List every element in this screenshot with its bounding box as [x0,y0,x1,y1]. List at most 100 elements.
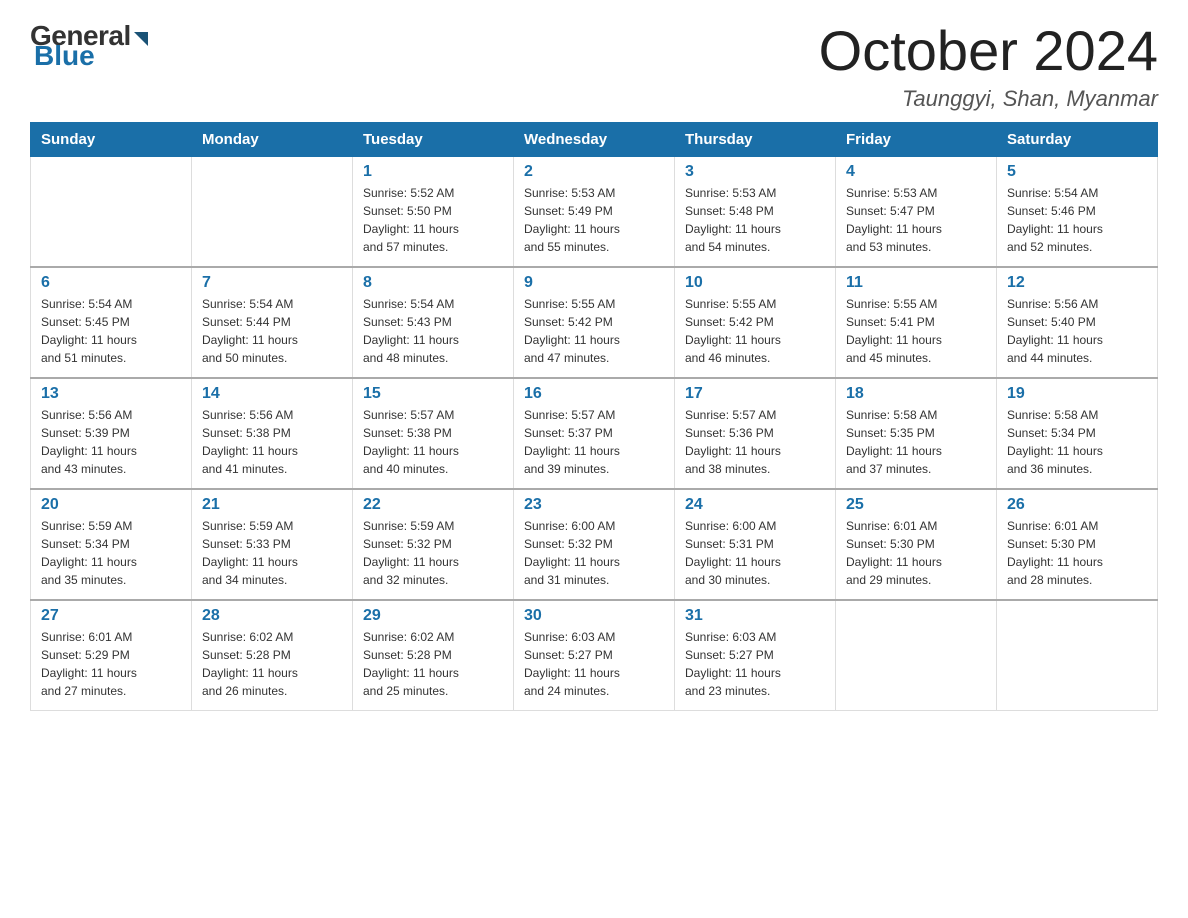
day-info: Sunrise: 5:57 AM Sunset: 5:37 PM Dayligh… [524,406,664,478]
day-number: 25 [846,496,986,514]
day-number: 2 [524,163,664,181]
day-number: 7 [202,274,342,292]
day-info: Sunrise: 5:52 AM Sunset: 5:50 PM Dayligh… [363,184,503,256]
day-number: 1 [363,163,503,181]
calendar-day-cell: 26Sunrise: 6:01 AM Sunset: 5:30 PM Dayli… [997,489,1158,600]
calendar-table: SundayMondayTuesdayWednesdayThursdayFrid… [30,122,1158,711]
day-info: Sunrise: 5:56 AM Sunset: 5:40 PM Dayligh… [1007,295,1147,367]
day-info: Sunrise: 6:01 AM Sunset: 5:30 PM Dayligh… [1007,517,1147,589]
day-info: Sunrise: 5:58 AM Sunset: 5:34 PM Dayligh… [1007,406,1147,478]
calendar-day-cell: 29Sunrise: 6:02 AM Sunset: 5:28 PM Dayli… [353,600,514,711]
day-info: Sunrise: 5:57 AM Sunset: 5:36 PM Dayligh… [685,406,825,478]
day-number: 6 [41,274,181,292]
day-info: Sunrise: 5:55 AM Sunset: 5:42 PM Dayligh… [524,295,664,367]
day-number: 3 [685,163,825,181]
calendar-day-cell: 30 Sunrise: 6:03 AM Sunset: 5:27 PM Dayli… [514,600,675,711]
day-info: Sunrise: 5:58 AM Sunset: 5:35 PM Dayligh… [846,406,986,478]
calendar-day-cell [997,600,1158,711]
title-block: October 2024 Taunggyi, Shan, Myanmar [819,20,1158,112]
day-info: Sunrise: 5:54 AM Sunset: 5:43 PM Dayligh… [363,295,503,367]
day-number: 11 [846,274,986,292]
calendar-day-cell: 18Sunrise: 5:58 AM Sunset: 5:35 PM Dayli… [836,378,997,489]
day-number: 19 [1007,385,1147,403]
day-info: Sunrise: 6:00 AM Sunset: 5:32 PM Dayligh… [524,517,664,589]
day-info: Sunrise: 6:02 AM Sunset: 5:28 PM Dayligh… [363,628,503,700]
day-number: 27 [41,607,181,625]
day-number: 10 [685,274,825,292]
calendar-day-cell: 1 Sunrise: 5:52 AM Sunset: 5:50 PM Daylig… [353,156,514,267]
calendar-day-cell: 24 Sunrise: 6:00 AM Sunset: 5:31 PM Dayli… [675,489,836,600]
calendar-day-cell: 10 Sunrise: 5:55 AM Sunset: 5:42 PM Dayli… [675,267,836,378]
day-info: Sunrise: 5:55 AM Sunset: 5:41 PM Dayligh… [846,295,986,367]
calendar-day-cell: 4Sunrise: 5:53 AM Sunset: 5:47 PM Daylig… [836,156,997,267]
day-of-week-header: Monday [192,122,353,156]
day-of-week-header: Thursday [675,122,836,156]
day-of-week-header: Sunday [31,122,192,156]
calendar-day-cell: 28Sunrise: 6:02 AM Sunset: 5:28 PM Dayli… [192,600,353,711]
day-info: Sunrise: 5:59 AM Sunset: 5:33 PM Dayligh… [202,517,342,589]
day-number: 28 [202,607,342,625]
day-info: Sunrise: 6:03 AM Sunset: 5:27 PM Dayligh… [524,628,664,700]
day-info: Sunrise: 5:55 AM Sunset: 5:42 PM Dayligh… [685,295,825,367]
calendar-day-cell: 19 Sunrise: 5:58 AM Sunset: 5:34 PM Dayli… [997,378,1158,489]
calendar-week-row: 6 Sunrise: 5:54 AM Sunset: 5:45 PM Daylig… [31,267,1158,378]
page-header: General Blue October 2024 Taunggyi, Shan… [30,20,1158,112]
calendar-day-cell [836,600,997,711]
day-info: Sunrise: 5:53 AM Sunset: 5:47 PM Dayligh… [846,184,986,256]
calendar-day-cell: 14 Sunrise: 5:56 AM Sunset: 5:38 PM Dayli… [192,378,353,489]
calendar-day-cell [31,156,192,267]
day-number: 22 [363,496,503,514]
day-info: Sunrise: 5:54 AM Sunset: 5:46 PM Dayligh… [1007,184,1147,256]
day-info: Sunrise: 5:57 AM Sunset: 5:38 PM Dayligh… [363,406,503,478]
calendar-week-row: 20 Sunrise: 5:59 AM Sunset: 5:34 PM Dayli… [31,489,1158,600]
logo: General Blue [30,20,148,72]
day-info: Sunrise: 6:03 AM Sunset: 5:27 PM Dayligh… [685,628,825,700]
calendar-day-cell: 12 Sunrise: 5:56 AM Sunset: 5:40 PM Dayli… [997,267,1158,378]
calendar-day-cell: 23 Sunrise: 6:00 AM Sunset: 5:32 PM Dayli… [514,489,675,600]
day-info: Sunrise: 6:01 AM Sunset: 5:29 PM Dayligh… [41,628,181,700]
calendar-day-cell: 31Sunrise: 6:03 AM Sunset: 5:27 PM Dayli… [675,600,836,711]
calendar-day-cell: 11 Sunrise: 5:55 AM Sunset: 5:41 PM Dayli… [836,267,997,378]
day-number: 8 [363,274,503,292]
calendar-day-cell: 20 Sunrise: 5:59 AM Sunset: 5:34 PM Dayli… [31,489,192,600]
calendar-day-cell: 27 Sunrise: 6:01 AM Sunset: 5:29 PM Dayli… [31,600,192,711]
day-info: Sunrise: 5:56 AM Sunset: 5:39 PM Dayligh… [41,406,181,478]
calendar-day-cell: 8 Sunrise: 5:54 AM Sunset: 5:43 PM Daylig… [353,267,514,378]
day-number: 12 [1007,274,1147,292]
day-number: 24 [685,496,825,514]
calendar-day-cell: 15 Sunrise: 5:57 AM Sunset: 5:38 PM Dayli… [353,378,514,489]
day-of-week-header: Saturday [997,122,1158,156]
calendar-day-cell: 6 Sunrise: 5:54 AM Sunset: 5:45 PM Daylig… [31,267,192,378]
calendar-week-row: 1 Sunrise: 5:52 AM Sunset: 5:50 PM Daylig… [31,156,1158,267]
day-number: 20 [41,496,181,514]
day-of-week-header: Wednesday [514,122,675,156]
day-number: 23 [524,496,664,514]
day-number: 16 [524,385,664,403]
day-number: 21 [202,496,342,514]
calendar-header-row: SundayMondayTuesdayWednesdayThursdayFrid… [31,122,1158,156]
day-of-week-header: Friday [836,122,997,156]
day-info: Sunrise: 6:00 AM Sunset: 5:31 PM Dayligh… [685,517,825,589]
calendar-day-cell: 17Sunrise: 5:57 AM Sunset: 5:36 PM Dayli… [675,378,836,489]
day-info: Sunrise: 6:01 AM Sunset: 5:30 PM Dayligh… [846,517,986,589]
day-number: 14 [202,385,342,403]
day-info: Sunrise: 5:53 AM Sunset: 5:49 PM Dayligh… [524,184,664,256]
day-number: 13 [41,385,181,403]
logo-arrow-icon [134,32,148,46]
day-number: 15 [363,385,503,403]
calendar-day-cell: 16 Sunrise: 5:57 AM Sunset: 5:37 PM Dayli… [514,378,675,489]
calendar-day-cell: 5Sunrise: 5:54 AM Sunset: 5:46 PM Daylig… [997,156,1158,267]
day-info: Sunrise: 5:54 AM Sunset: 5:45 PM Dayligh… [41,295,181,367]
calendar-day-cell: 22Sunrise: 5:59 AM Sunset: 5:32 PM Dayli… [353,489,514,600]
calendar-week-row: 13 Sunrise: 5:56 AM Sunset: 5:39 PM Dayli… [31,378,1158,489]
location-text: Taunggyi, Shan, Myanmar [819,86,1158,112]
day-info: Sunrise: 5:53 AM Sunset: 5:48 PM Dayligh… [685,184,825,256]
day-info: Sunrise: 5:54 AM Sunset: 5:44 PM Dayligh… [202,295,342,367]
day-info: Sunrise: 5:56 AM Sunset: 5:38 PM Dayligh… [202,406,342,478]
calendar-week-row: 27 Sunrise: 6:01 AM Sunset: 5:29 PM Dayli… [31,600,1158,711]
day-info: Sunrise: 5:59 AM Sunset: 5:34 PM Dayligh… [41,517,181,589]
calendar-day-cell: 3 Sunrise: 5:53 AM Sunset: 5:48 PM Daylig… [675,156,836,267]
day-of-week-header: Tuesday [353,122,514,156]
calendar-day-cell: 25 Sunrise: 6:01 AM Sunset: 5:30 PM Dayli… [836,489,997,600]
day-number: 30 [524,607,664,625]
